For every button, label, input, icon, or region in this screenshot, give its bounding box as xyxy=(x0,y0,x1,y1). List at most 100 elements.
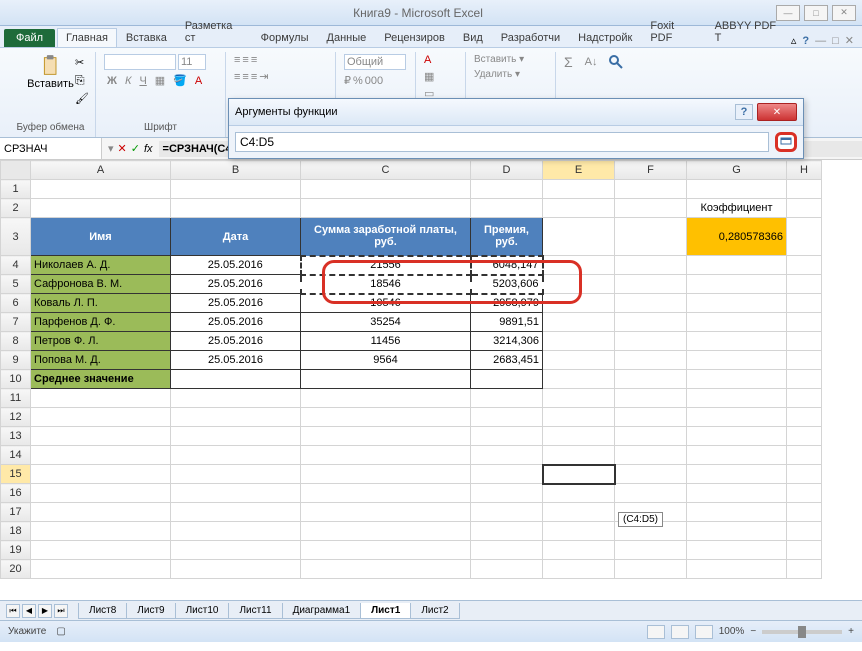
sheet-nav-first[interactable]: ⏮ xyxy=(6,604,20,618)
doc-close-icon[interactable]: ✕ xyxy=(845,34,854,47)
tab-data[interactable]: Данные xyxy=(318,28,376,47)
align-middle-icon[interactable]: ≡ xyxy=(242,54,248,66)
row-header[interactable]: 14 xyxy=(1,446,31,465)
summary-label-cell[interactable]: Среднее значение xyxy=(31,370,171,389)
find-select-icon[interactable] xyxy=(608,54,624,70)
table-date-cell[interactable]: 25.05.2016 xyxy=(171,294,301,313)
dialog-expand-button[interactable] xyxy=(775,132,797,152)
zoom-level[interactable]: 100% xyxy=(719,626,745,637)
view-page-break-button[interactable] xyxy=(695,625,713,639)
table-salary-cell[interactable]: 9564 xyxy=(301,351,471,370)
row-header[interactable]: 12 xyxy=(1,408,31,427)
tab-abbyy[interactable]: ABBYY PDF T xyxy=(706,16,791,47)
sheet-tab-active[interactable]: Лист1 xyxy=(360,603,411,619)
worksheet-grid[interactable]: A B C D E F G H 1 2Коэффициент 3 Имя Дат… xyxy=(0,160,862,600)
delete-cells-button[interactable]: Удалить ▾ xyxy=(474,69,547,80)
indent-icon[interactable]: ⇥ xyxy=(259,70,268,83)
koef-value-cell[interactable]: 0,280578366 xyxy=(687,218,787,256)
table-name-cell[interactable]: Петров Ф. Л. xyxy=(31,332,171,351)
row-header[interactable]: 19 xyxy=(1,541,31,560)
koef-label-cell[interactable]: Коэффициент xyxy=(687,199,787,218)
close-window-button[interactable]: ✕ xyxy=(832,5,856,21)
row-header[interactable]: 9 xyxy=(1,351,31,370)
dialog-range-input[interactable] xyxy=(235,132,769,152)
sheet-tab[interactable]: Лист11 xyxy=(228,603,282,619)
table-date-cell[interactable]: 25.05.2016 xyxy=(171,351,301,370)
col-header-e[interactable]: E xyxy=(543,161,615,180)
row-header[interactable]: 16 xyxy=(1,484,31,503)
number-format-combo[interactable]: Общий xyxy=(344,54,406,70)
zoom-slider[interactable] xyxy=(762,630,842,634)
view-page-layout-button[interactable] xyxy=(671,625,689,639)
table-salary-cell[interactable]: 11456 xyxy=(301,332,471,351)
format-painter-icon[interactable]: 🖌 xyxy=(75,92,89,105)
dialog-help-button[interactable]: ? xyxy=(735,104,753,120)
fill-color-icon[interactable]: 🪣 xyxy=(170,74,190,87)
sheet-nav-next[interactable]: ▶ xyxy=(38,604,52,618)
col-header-h[interactable]: H xyxy=(787,161,822,180)
cancel-formula-icon[interactable]: ✕ xyxy=(118,142,127,155)
col-header-g[interactable]: G xyxy=(687,161,787,180)
row-header[interactable]: 17 xyxy=(1,503,31,522)
currency-icon[interactable]: ₽ xyxy=(344,74,351,87)
insert-cells-button[interactable]: Вставить ▾ xyxy=(474,54,547,65)
sheet-nav-prev[interactable]: ◀ xyxy=(22,604,36,618)
header-salary-cell[interactable]: Сумма заработной платы, руб. xyxy=(301,218,471,256)
row-header[interactable]: 3 xyxy=(1,218,31,256)
row-header[interactable]: 1 xyxy=(1,180,31,199)
percent-icon[interactable]: % xyxy=(353,75,363,87)
font-name-combo[interactable] xyxy=(104,54,176,70)
row-header[interactable]: 11 xyxy=(1,389,31,408)
copy-icon[interactable]: ⎘ xyxy=(75,73,89,88)
table-date-cell[interactable]: 25.05.2016 xyxy=(171,332,301,351)
table-name-cell[interactable]: Коваль Л. П. xyxy=(31,294,171,313)
sheet-nav-last[interactable]: ⏭ xyxy=(54,604,68,618)
align-bottom-icon[interactable]: ≡ xyxy=(251,54,257,66)
dropdown-icon[interactable]: ▾ xyxy=(108,142,114,155)
table-date-cell[interactable]: 25.05.2016 xyxy=(171,256,301,275)
row-header[interactable]: 18 xyxy=(1,522,31,541)
file-tab[interactable]: Файл xyxy=(4,29,55,47)
row-header[interactable]: 10 xyxy=(1,370,31,389)
tab-home[interactable]: Главная xyxy=(57,28,117,47)
row-header[interactable]: 8 xyxy=(1,332,31,351)
align-center-icon[interactable]: ≡ xyxy=(242,71,248,83)
thousands-icon[interactable]: 000 xyxy=(365,75,383,87)
header-bonus-cell[interactable]: Премия, руб. xyxy=(471,218,543,256)
table-salary-cell[interactable]: 21556 xyxy=(301,256,471,275)
tab-addins[interactable]: Надстройк xyxy=(569,28,641,47)
name-box[interactable]: СРЗНАЧ xyxy=(0,138,102,159)
align-left-icon[interactable]: ≡ xyxy=(234,71,240,83)
zoom-out-button[interactable]: − xyxy=(750,626,756,637)
row-header[interactable]: 7 xyxy=(1,313,31,332)
macro-record-icon[interactable]: ▢ xyxy=(56,626,65,637)
sort-filter-icon[interactable]: A↓ xyxy=(585,56,598,68)
table-bonus-cell[interactable]: 2958,979 xyxy=(471,294,543,313)
col-header-a[interactable]: A xyxy=(31,161,171,180)
tab-foxit[interactable]: Foxit PDF xyxy=(641,16,705,47)
tab-developer[interactable]: Разработчи xyxy=(492,28,569,47)
col-header-d[interactable]: D xyxy=(471,161,543,180)
select-all-corner[interactable] xyxy=(1,161,31,180)
ribbon-minimize-icon[interactable]: ▵ xyxy=(791,34,797,47)
view-normal-button[interactable] xyxy=(647,625,665,639)
font-size-combo[interactable] xyxy=(178,54,206,70)
table-bonus-cell[interactable]: 2683,451 xyxy=(471,351,543,370)
row-header[interactable]: 15 xyxy=(1,465,31,484)
tab-layout[interactable]: Разметка ст xyxy=(176,16,252,47)
table-name-cell[interactable]: Николаев А. Д. xyxy=(31,256,171,275)
table-name-cell[interactable]: Сафронова В. М. xyxy=(31,275,171,294)
zoom-in-button[interactable]: + xyxy=(848,626,854,637)
tab-formulas[interactable]: Формулы xyxy=(252,28,318,47)
sheet-tab[interactable]: Лист9 xyxy=(126,603,175,619)
maximize-button[interactable]: □ xyxy=(804,5,828,21)
accept-formula-icon[interactable]: ✓ xyxy=(131,142,140,155)
table-bonus-cell[interactable]: 3214,306 xyxy=(471,332,543,351)
tab-view[interactable]: Вид xyxy=(454,28,492,47)
help-icon[interactable]: ? xyxy=(802,35,809,47)
table-name-cell[interactable]: Попова М. Д. xyxy=(31,351,171,370)
conditional-format-icon[interactable]: A xyxy=(424,54,457,66)
tab-review[interactable]: Рецензиров xyxy=(375,28,454,47)
row-header[interactable]: 20 xyxy=(1,560,31,579)
table-bonus-cell[interactable]: 9891,51 xyxy=(471,313,543,332)
